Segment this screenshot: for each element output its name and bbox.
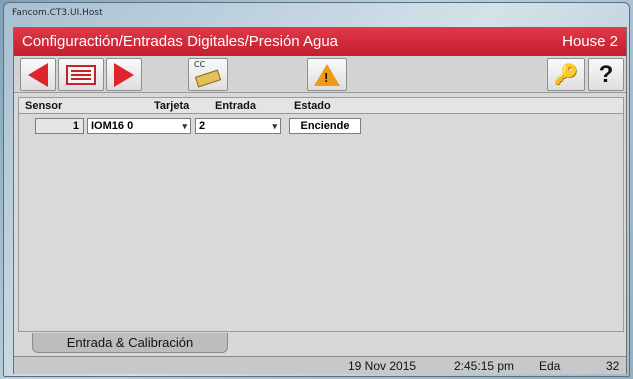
- app-titlebar: Configuractión/Entradas Digitales/Presió…: [14, 28, 626, 56]
- status-time: 2:45:15 pm: [454, 359, 515, 373]
- arrow-left-icon: [28, 62, 48, 87]
- key-button[interactable]: 🔑: [547, 58, 585, 91]
- os-window: Fancom.CT3.UI.Host Configuractión/Entrad…: [3, 2, 630, 377]
- dropdown-arrow-icon: ▾: [272, 121, 277, 131]
- warning-icon: !: [314, 63, 340, 86]
- column-entrada: Entrada: [215, 100, 256, 112]
- list-icon: [66, 64, 96, 85]
- entrada-value: 2: [199, 120, 206, 132]
- arrow-right-icon: [114, 62, 134, 87]
- status-user: Eda: [539, 359, 561, 373]
- dropdown-arrow-icon: ▾: [182, 121, 187, 131]
- app-panel: Configuractión/Entradas Digitales/Presió…: [13, 27, 627, 374]
- card-config-button[interactable]: CC: [188, 58, 228, 91]
- help-button[interactable]: ?: [588, 58, 624, 91]
- tarjeta-select[interactable]: IOM16 0 ▾: [87, 118, 191, 134]
- help-icon: ?: [598, 60, 614, 88]
- page-title: Configuractión/Entradas Digitales/Presió…: [22, 33, 339, 50]
- column-sensor: Sensor: [25, 100, 63, 112]
- toolbar: CC ! 🔑 ?: [14, 56, 626, 93]
- list-button[interactable]: [58, 58, 104, 91]
- tab-entrada-calibracion[interactable]: Entrada & Calibración: [32, 333, 228, 353]
- warning-button[interactable]: !: [307, 58, 347, 91]
- table-header: Sensor Tarjeta Entrada Estado: [19, 98, 623, 114]
- previous-button[interactable]: [20, 58, 56, 91]
- card-icon: CC: [193, 60, 223, 89]
- house-label: House 2: [562, 33, 618, 50]
- sensor-number: 1: [35, 118, 84, 134]
- next-button[interactable]: [106, 58, 142, 91]
- key-icon: 🔑: [553, 63, 579, 86]
- estado-value[interactable]: Enciende: [289, 118, 361, 134]
- column-estado: Estado: [294, 100, 331, 112]
- column-tarjeta: Tarjeta: [154, 100, 190, 112]
- table-row: 1 IOM16 0 ▾ 2 ▾ Enciende: [19, 117, 623, 135]
- status-date: 19 Nov 2015: [348, 359, 417, 373]
- sensor-table: Sensor Tarjeta Entrada Estado 1 IOM16 0 …: [18, 97, 624, 332]
- status-bar: 19 Nov 2015 2:45:15 pm Eda 32: [14, 356, 626, 374]
- tarjeta-value: IOM16 0: [91, 120, 134, 132]
- window-title: Fancom.CT3.UI.Host: [12, 8, 103, 18]
- entrada-select[interactable]: 2 ▾: [195, 118, 281, 134]
- status-number: 32: [606, 359, 620, 373]
